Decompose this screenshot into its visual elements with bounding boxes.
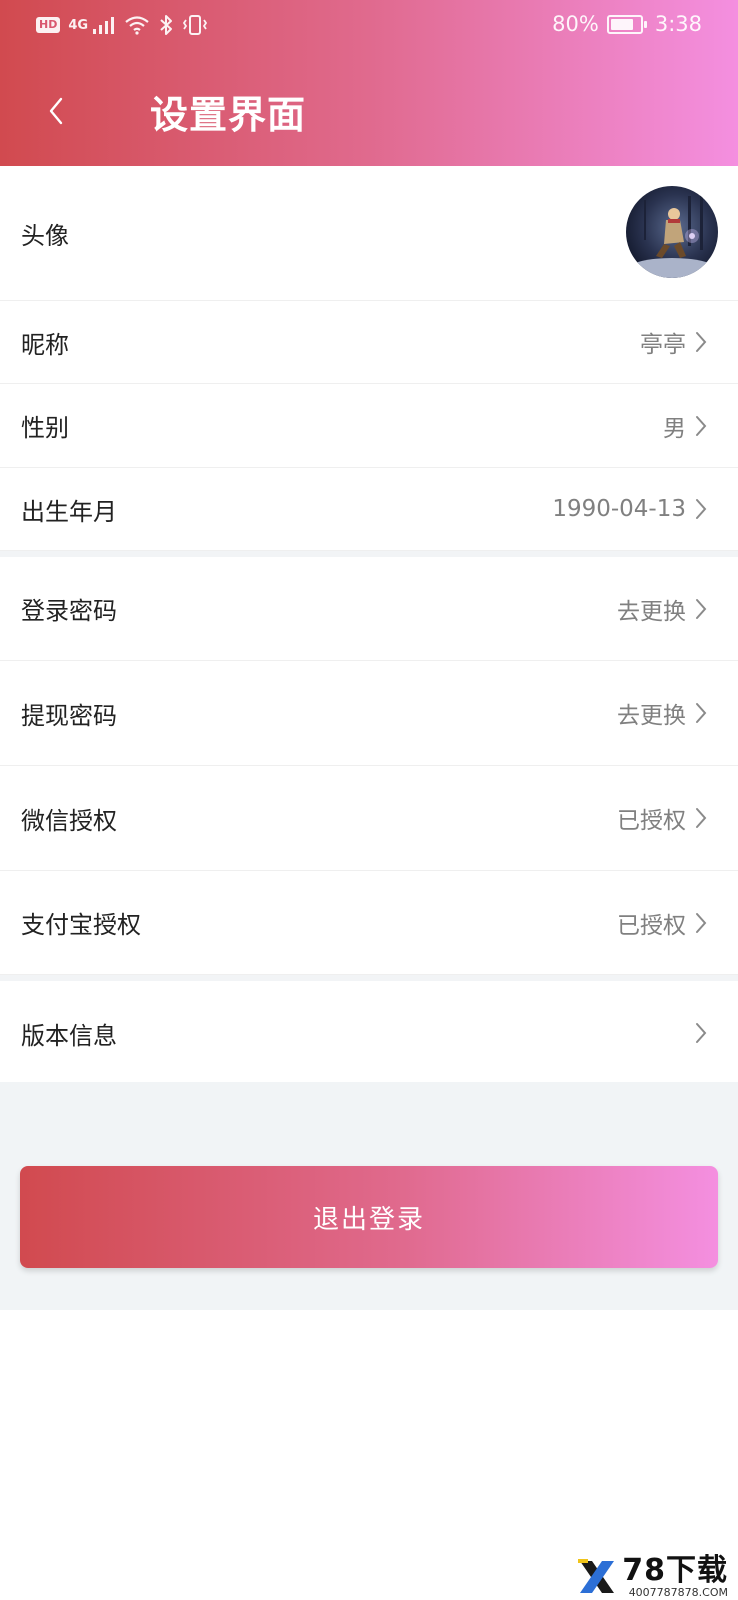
settings-row-login-password[interactable]: 登录密码 去更换: [0, 557, 738, 661]
settings-row-value: 1990-04-13: [552, 496, 686, 522]
clock: 3:38: [654, 12, 702, 36]
settings-row-wechat-auth[interactable]: 微信授权 已授权: [0, 766, 738, 871]
settings-row-version[interactable]: 版本信息: [0, 981, 738, 1085]
chevron-right-icon: [694, 699, 714, 727]
watermark-brand: 78下载: [622, 1553, 728, 1588]
battery-percent: 80%: [552, 12, 599, 36]
settings-row-avatar[interactable]: 头像: [0, 166, 738, 301]
settings-row-label: 微信授权: [21, 806, 117, 835]
settings-row-value: 已授权: [617, 808, 686, 834]
settings-row-birth[interactable]: 出生年月 1990-04-13: [0, 468, 738, 551]
watermark-url: 4007787878.COM: [628, 1586, 728, 1599]
watermark-text: 78下载 4007787878.COM: [622, 1553, 728, 1599]
settings-row-value: 去更换: [617, 598, 686, 625]
network-label: 4G: [68, 17, 89, 33]
settings-list: 头像 昵称 亭亭 性别 男 出生年月 1990-04-13 登录密码 去更换 提…: [0, 166, 738, 1085]
back-button[interactable]: [36, 86, 76, 136]
chevron-right-icon: [694, 495, 714, 523]
settings-row-alipay-auth[interactable]: 支付宝授权 已授权: [0, 871, 738, 975]
chevron-right-icon: [694, 1019, 714, 1047]
watermark-logo-icon: [578, 1559, 615, 1593]
avatar-image: [626, 186, 718, 278]
app-root: HD 4G 80% 3:38 设置界面 头像 昵称 亭亭 性别 男 出生年月 1…: [0, 0, 738, 1600]
settings-row-label: 出生年月: [21, 497, 117, 526]
settings-row-nickname[interactable]: 昵称 亭亭: [0, 301, 738, 384]
header: HD 4G 80% 3:38 设置界面: [0, 0, 738, 166]
chevron-right-icon: [694, 412, 714, 440]
chevron-right-icon: [694, 804, 714, 832]
back-arrow-icon: [49, 97, 63, 125]
page-title: 设置界面: [150, 93, 307, 137]
settings-row-label: 头像: [21, 221, 69, 250]
settings-row-value: 去更换: [617, 703, 686, 729]
chevron-right-icon: [694, 595, 714, 623]
settings-row-value: 男: [663, 415, 686, 442]
chevron-right-icon: [694, 328, 714, 356]
battery-fill: [610, 18, 633, 30]
logout-section: 退出登录: [0, 1082, 738, 1310]
settings-row-label: 性别: [21, 414, 69, 442]
wifi-icon: [125, 16, 149, 35]
status-bar-right: 80% 3:38: [552, 12, 702, 36]
settings-row-withdraw-password[interactable]: 提现密码 去更换: [0, 661, 738, 766]
settings-row-label: 提现密码: [21, 701, 117, 730]
avatar[interactable]: [626, 186, 718, 278]
settings-row-label: 版本信息: [21, 1021, 117, 1050]
vibrate-icon: [182, 15, 208, 35]
status-bar: HD 4G 80% 3:38: [0, 0, 738, 54]
logout-button[interactable]: 退出登录: [20, 1166, 718, 1268]
settings-row-value: 已授权: [617, 912, 686, 939]
bluetooth-icon: [160, 15, 173, 35]
settings-row-value: 亭亭: [640, 332, 686, 358]
chevron-right-icon: [694, 909, 714, 937]
battery-icon: [606, 14, 647, 34]
settings-row-gender[interactable]: 性别 男: [0, 384, 738, 468]
settings-row-label: 昵称: [21, 330, 69, 359]
settings-row-label: 登录密码: [21, 597, 117, 625]
hd-badge: HD: [36, 17, 61, 33]
status-bar-left: HD 4G: [36, 14, 208, 36]
watermark: 78下载 4007787878.COM: [576, 1556, 728, 1598]
signal-icon: [93, 17, 115, 34]
settings-row-label: 支付宝授权: [21, 911, 141, 939]
